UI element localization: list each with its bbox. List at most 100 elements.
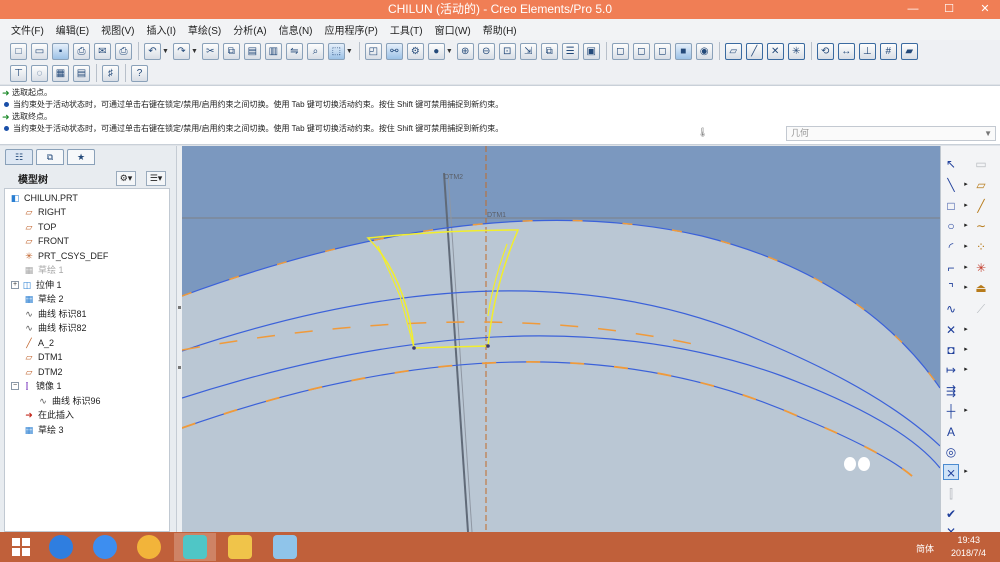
menu-help[interactable]: 帮助(H) <box>477 22 523 37</box>
use-edge-icon[interactable]: ◘ <box>943 342 959 358</box>
snap-icon[interactable]: ⚯ <box>385 42 403 60</box>
close-button[interactable]: ✕ <box>974 0 996 19</box>
chevron-down-icon[interactable]: ▼ <box>162 48 169 55</box>
zoom-out-icon[interactable]: ⊖ <box>477 42 495 60</box>
regenerate-icon[interactable]: ⇋ <box>285 42 303 60</box>
chevron-right-icon[interactable]: ▸ <box>963 464 969 480</box>
vertex-display-icon[interactable]: ▰ <box>900 42 918 60</box>
tree-settings-icon[interactable]: ⚙▾ <box>116 170 136 186</box>
palette-icon[interactable]: ▭ <box>973 156 989 172</box>
sketch-canvas[interactable]: DTM2 DTM1 <box>182 146 940 532</box>
tree-item-dtm2[interactable]: ▱ DTM2 <box>23 365 63 379</box>
view-manager-icon[interactable]: ▣ <box>582 42 600 60</box>
redo-icon[interactable]: ↷ <box>172 42 190 60</box>
datum-plane-display-icon[interactable]: ▱ <box>724 42 742 60</box>
palette-sketch-icon[interactable]: ◎ <box>943 444 959 460</box>
taskbar-app-sogou[interactable] <box>40 533 82 561</box>
menu-analysis[interactable]: 分析(A) <box>227 22 272 37</box>
tree-item-insert-here[interactable]: ➜ 在此插入 <box>23 408 74 422</box>
chevron-right-icon[interactable]: ▸ <box>963 322 969 338</box>
shading-icon[interactable]: ● <box>427 42 445 60</box>
selection-filter[interactable]: 几何 ▼ <box>786 126 996 141</box>
chevron-right-icon[interactable]: ▸ <box>963 362 969 378</box>
zoom-in-icon[interactable]: ⊕ <box>456 42 474 60</box>
spline-icon[interactable]: ∿ <box>943 301 959 317</box>
shaded-icon[interactable]: ■ <box>674 42 692 60</box>
analysis-tool-icon[interactable]: ⏏ <box>973 280 989 296</box>
sketch-orientation-icon[interactable]: ⟲ <box>816 42 834 60</box>
ime-indicator[interactable]: 简体 <box>916 542 934 555</box>
clock-time[interactable]: 19:43 <box>957 535 980 545</box>
constraint-tool-icon[interactable]: ┼ <box>943 403 959 419</box>
model-player-icon[interactable]: ♯ <box>102 64 119 82</box>
dimension-display-icon[interactable]: ↔ <box>837 42 855 60</box>
menu-insert[interactable]: 插入(I) <box>140 22 181 37</box>
modify-icon[interactable]: ⇶ <box>943 383 959 399</box>
select-icon[interactable]: ↖ <box>943 156 959 172</box>
tree-item-curve-82[interactable]: ∿ 曲线 标识82 <box>23 321 86 335</box>
line-icon[interactable]: ╲ <box>943 177 959 193</box>
context-help-icon[interactable]: ? <box>131 64 148 82</box>
no-hidden-icon[interactable]: ◻ <box>653 42 671 60</box>
saved-views-icon[interactable]: ⧉ <box>540 42 558 60</box>
accept-icon[interactable]: ✔ <box>943 506 959 522</box>
datum-plane-tool-icon[interactable]: ▱ <box>973 177 989 193</box>
parameter-icon[interactable]: ▦ <box>52 64 69 82</box>
menu-sketch[interactable]: 草绘(S) <box>182 22 227 37</box>
mirror-tool-icon[interactable]: ⫿ <box>943 486 959 502</box>
chevron-right-icon[interactable]: ▸ <box>963 342 969 358</box>
datum-axis-display-icon[interactable]: ╱ <box>745 42 763 60</box>
tree-item-sketch-2[interactable]: ▦ 草绘 2 <box>23 292 64 306</box>
new-file-icon[interactable]: □ <box>10 42 27 60</box>
toggle-datum-icon[interactable]: ⚙ <box>406 42 424 60</box>
chevron-right-icon[interactable]: ▸ <box>963 239 969 255</box>
refit-icon[interactable]: ⊡ <box>498 42 516 60</box>
open-file-icon[interactable]: ▭ <box>31 42 48 60</box>
clock-date[interactable]: 2018/7/4 <box>951 548 986 558</box>
constraint-icon[interactable]: ⊤ <box>10 64 27 82</box>
datum-axis-tool-icon[interactable]: ╱ <box>973 198 989 214</box>
paste-special-icon[interactable]: ▥ <box>264 42 282 60</box>
datum-tool-icon[interactable]: ⟋ <box>973 301 989 317</box>
taskbar-app-creo[interactable] <box>174 533 216 561</box>
taskbar-app-baidu[interactable] <box>84 533 126 561</box>
menu-view[interactable]: 视图(V) <box>95 22 140 37</box>
fillet-icon[interactable]: ⌐ <box>943 260 959 276</box>
chevron-down-icon[interactable]: ▼ <box>191 48 198 55</box>
chevron-down-icon[interactable]: ▼ <box>446 48 453 55</box>
chevron-right-icon[interactable]: ▸ <box>963 177 969 193</box>
arc-icon[interactable]: ◜ <box>943 239 959 255</box>
tree-item-top[interactable]: ▱ TOP <box>23 220 57 234</box>
menu-window[interactable]: 窗口(W) <box>429 22 477 37</box>
copy-icon[interactable]: ⧉ <box>222 42 240 60</box>
print-icon[interactable]: ⎙ <box>73 42 90 60</box>
email-icon[interactable]: ✉ <box>94 42 111 60</box>
relation-icon[interactable]: ◌ <box>31 64 48 82</box>
tree-item-sketch-1[interactable]: ▦ 草绘 1 <box>23 263 64 277</box>
rectangle-icon[interactable]: □ <box>943 198 959 214</box>
cut-icon[interactable]: ✂ <box>201 42 219 60</box>
tree-item-front[interactable]: ▱ FRONT <box>23 234 69 248</box>
tab-favorites[interactable]: ★ <box>67 149 95 165</box>
menu-applications[interactable]: 应用程序(P) <box>319 22 384 37</box>
text-icon[interactable]: A <box>943 424 959 440</box>
csys-tool-icon[interactable]: ✳ <box>973 260 989 276</box>
datum-point-display-icon[interactable]: ✕ <box>766 42 784 60</box>
tree-item-mirror-1[interactable]: − ⫿ 镜像 1 <box>11 379 62 393</box>
chevron-right-icon[interactable]: ▸ <box>963 280 969 296</box>
reorient-icon[interactable]: ⇲ <box>519 42 537 60</box>
taskbar-app-explorer[interactable] <box>219 533 261 561</box>
trim-icon[interactable]: ⨯ <box>943 464 959 480</box>
taskbar-app-paint[interactable] <box>128 533 170 561</box>
graphics-window[interactable]: DTM2 DTM1 <box>182 146 940 532</box>
chamfer-icon[interactable]: ⌝ <box>943 280 959 296</box>
tree-item-extrude-1[interactable]: + ◫ 拉伸 1 <box>11 278 62 292</box>
tree-show-icon[interactable]: ☰▾ <box>146 170 166 186</box>
chevron-right-icon[interactable]: ▸ <box>963 218 969 234</box>
save-icon[interactable]: ▪ <box>52 42 69 60</box>
maximize-button[interactable]: ☐ <box>938 0 960 19</box>
point-icon[interactable]: ✕ <box>943 322 959 338</box>
selection-box-icon[interactable]: ⬚ <box>327 42 345 60</box>
tab-folder-browser[interactable]: ⧉ <box>36 149 64 165</box>
grid-display-icon[interactable]: # <box>879 42 897 60</box>
